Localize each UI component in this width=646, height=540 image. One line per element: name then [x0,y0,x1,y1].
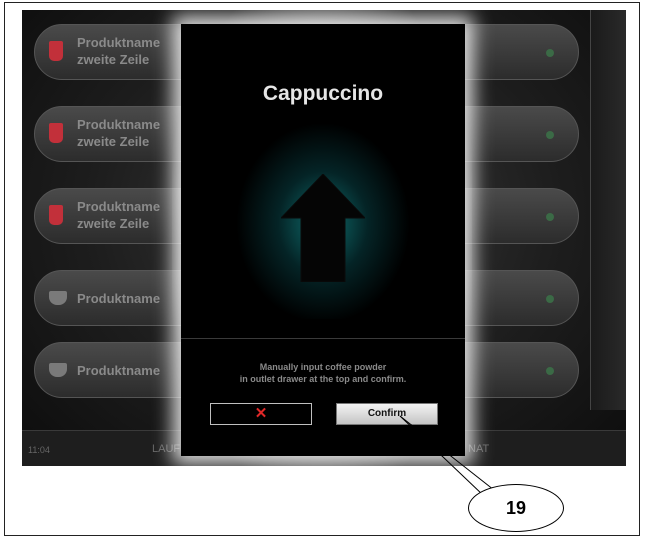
callout-number: 19 [468,484,564,532]
callout-leader-line [399,415,495,497]
